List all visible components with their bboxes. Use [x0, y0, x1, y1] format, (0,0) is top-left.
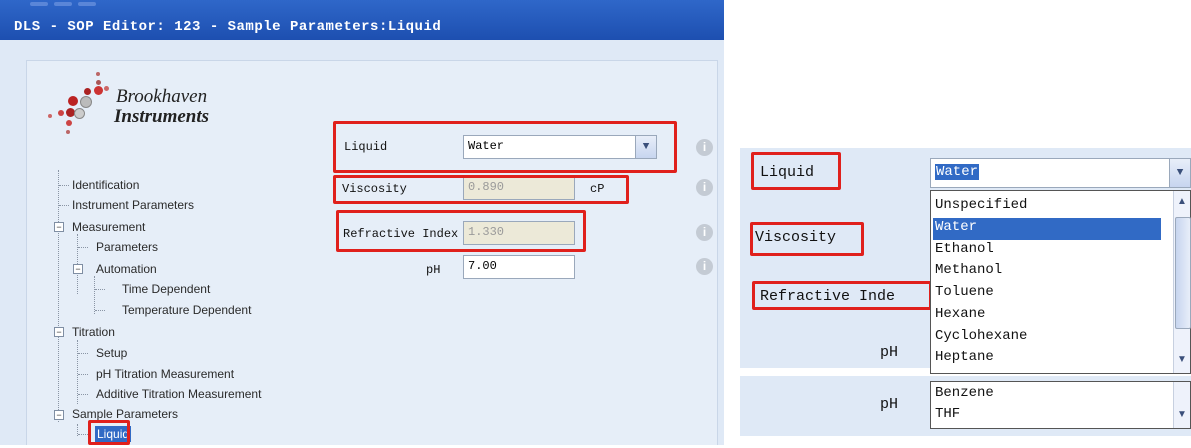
- dropdown-option-selected[interactable]: Water: [935, 219, 977, 235]
- info-icon[interactable]: i: [696, 179, 713, 196]
- dropdown-option[interactable]: Cyclohexane: [935, 328, 1027, 344]
- liquid-dropdown-list: Unspecified Water Ethanol Methanol Tolue…: [930, 190, 1191, 374]
- highlight-box: [336, 210, 586, 252]
- chevron-up-icon[interactable]: ▲: [1174, 191, 1190, 213]
- highlight-box: [752, 281, 932, 310]
- chevron-down-icon[interactable]: ▼: [1174, 349, 1190, 371]
- zoom-inset: Liquid Water ▼ Viscosity Refractive Inde…: [740, 148, 1191, 448]
- dropdown-option[interactable]: THF: [935, 406, 960, 422]
- logo-text-line1: Brookhaven: [116, 86, 208, 107]
- ph-field[interactable]: 7.00: [463, 255, 575, 279]
- zoom-ph-label-2: pH: [880, 396, 899, 413]
- highlight-box: [751, 152, 841, 190]
- tree-item-setup[interactable]: Setup: [96, 346, 127, 360]
- tree-item-titration[interactable]: Titration: [72, 325, 115, 339]
- tree-item-time-dependent[interactable]: Time Dependent: [122, 282, 210, 296]
- highlight-box: [750, 222, 864, 256]
- tree-item-parameters[interactable]: Parameters: [96, 240, 158, 254]
- dropdown-option[interactable]: Heptane: [935, 349, 994, 365]
- titlebar-control[interactable]: [78, 2, 96, 6]
- zoom-liquid-select[interactable]: Water ▼: [930, 158, 1191, 188]
- zoom-ph-label: pH: [880, 344, 899, 361]
- titlebar-control[interactable]: [30, 2, 48, 6]
- logo-text-line2: Instruments: [114, 106, 210, 127]
- tree-item-ph-titration-measurement[interactable]: pH Titration Measurement: [96, 367, 234, 381]
- highlight-box: [88, 420, 130, 445]
- tree-item-automation[interactable]: Automation: [96, 262, 157, 276]
- highlight-box: [333, 121, 677, 173]
- sop-editor-window: DLS - SOP Editor: 123 - Sample Parameter…: [0, 0, 724, 445]
- tree-item-additive-titration-measurement[interactable]: Additive Titration Measurement: [96, 387, 261, 401]
- dropdown-option[interactable]: Ethanol: [935, 241, 994, 257]
- liquid-dropdown-list-scrolled: Benzene THF ▼: [930, 381, 1191, 429]
- scrollbar-thumb[interactable]: [1175, 217, 1191, 329]
- collapse-icon[interactable]: −: [54, 222, 64, 232]
- tree-item-identification[interactable]: Identification: [72, 178, 139, 192]
- dropdown-option[interactable]: Methanol: [935, 262, 1002, 278]
- dropdown-scrollbar[interactable]: ▲ ▼: [1173, 191, 1191, 373]
- tree-item-measurement[interactable]: Measurement: [72, 220, 145, 234]
- dropdown-option[interactable]: Unspecified: [935, 197, 1027, 213]
- info-icon[interactable]: i: [696, 224, 713, 241]
- collapse-icon[interactable]: −: [54, 410, 64, 420]
- info-icon[interactable]: i: [696, 258, 713, 275]
- dropdown-option[interactable]: Toluene: [935, 284, 994, 300]
- chevron-down-icon[interactable]: ▼: [1169, 159, 1190, 187]
- ph-label: pH: [426, 263, 441, 277]
- dropdown-option[interactable]: Hexane: [935, 306, 985, 322]
- window-title: DLS - SOP Editor: 123 - Sample Parameter…: [14, 19, 442, 35]
- brookhaven-logo: Brookhaven Instruments: [44, 72, 264, 142]
- chevron-down-icon[interactable]: ▼: [1174, 404, 1190, 426]
- highlight-box: [333, 175, 629, 204]
- collapse-icon[interactable]: −: [73, 264, 83, 274]
- tree-item-temperature-dependent[interactable]: Temperature Dependent: [122, 303, 251, 317]
- dropdown-option[interactable]: Benzene: [935, 385, 994, 401]
- info-icon[interactable]: i: [696, 139, 713, 156]
- collapse-icon[interactable]: −: [54, 327, 64, 337]
- title-bar: DLS - SOP Editor: 123 - Sample Parameter…: [0, 0, 724, 40]
- tree-item-instrument-parameters[interactable]: Instrument Parameters: [72, 198, 194, 212]
- zoom-liquid-select-value: Water: [935, 164, 980, 180]
- tree-item-sample-parameters[interactable]: Sample Parameters: [72, 407, 178, 421]
- dropdown-scrollbar[interactable]: ▼: [1173, 382, 1190, 428]
- titlebar-control[interactable]: [54, 2, 72, 6]
